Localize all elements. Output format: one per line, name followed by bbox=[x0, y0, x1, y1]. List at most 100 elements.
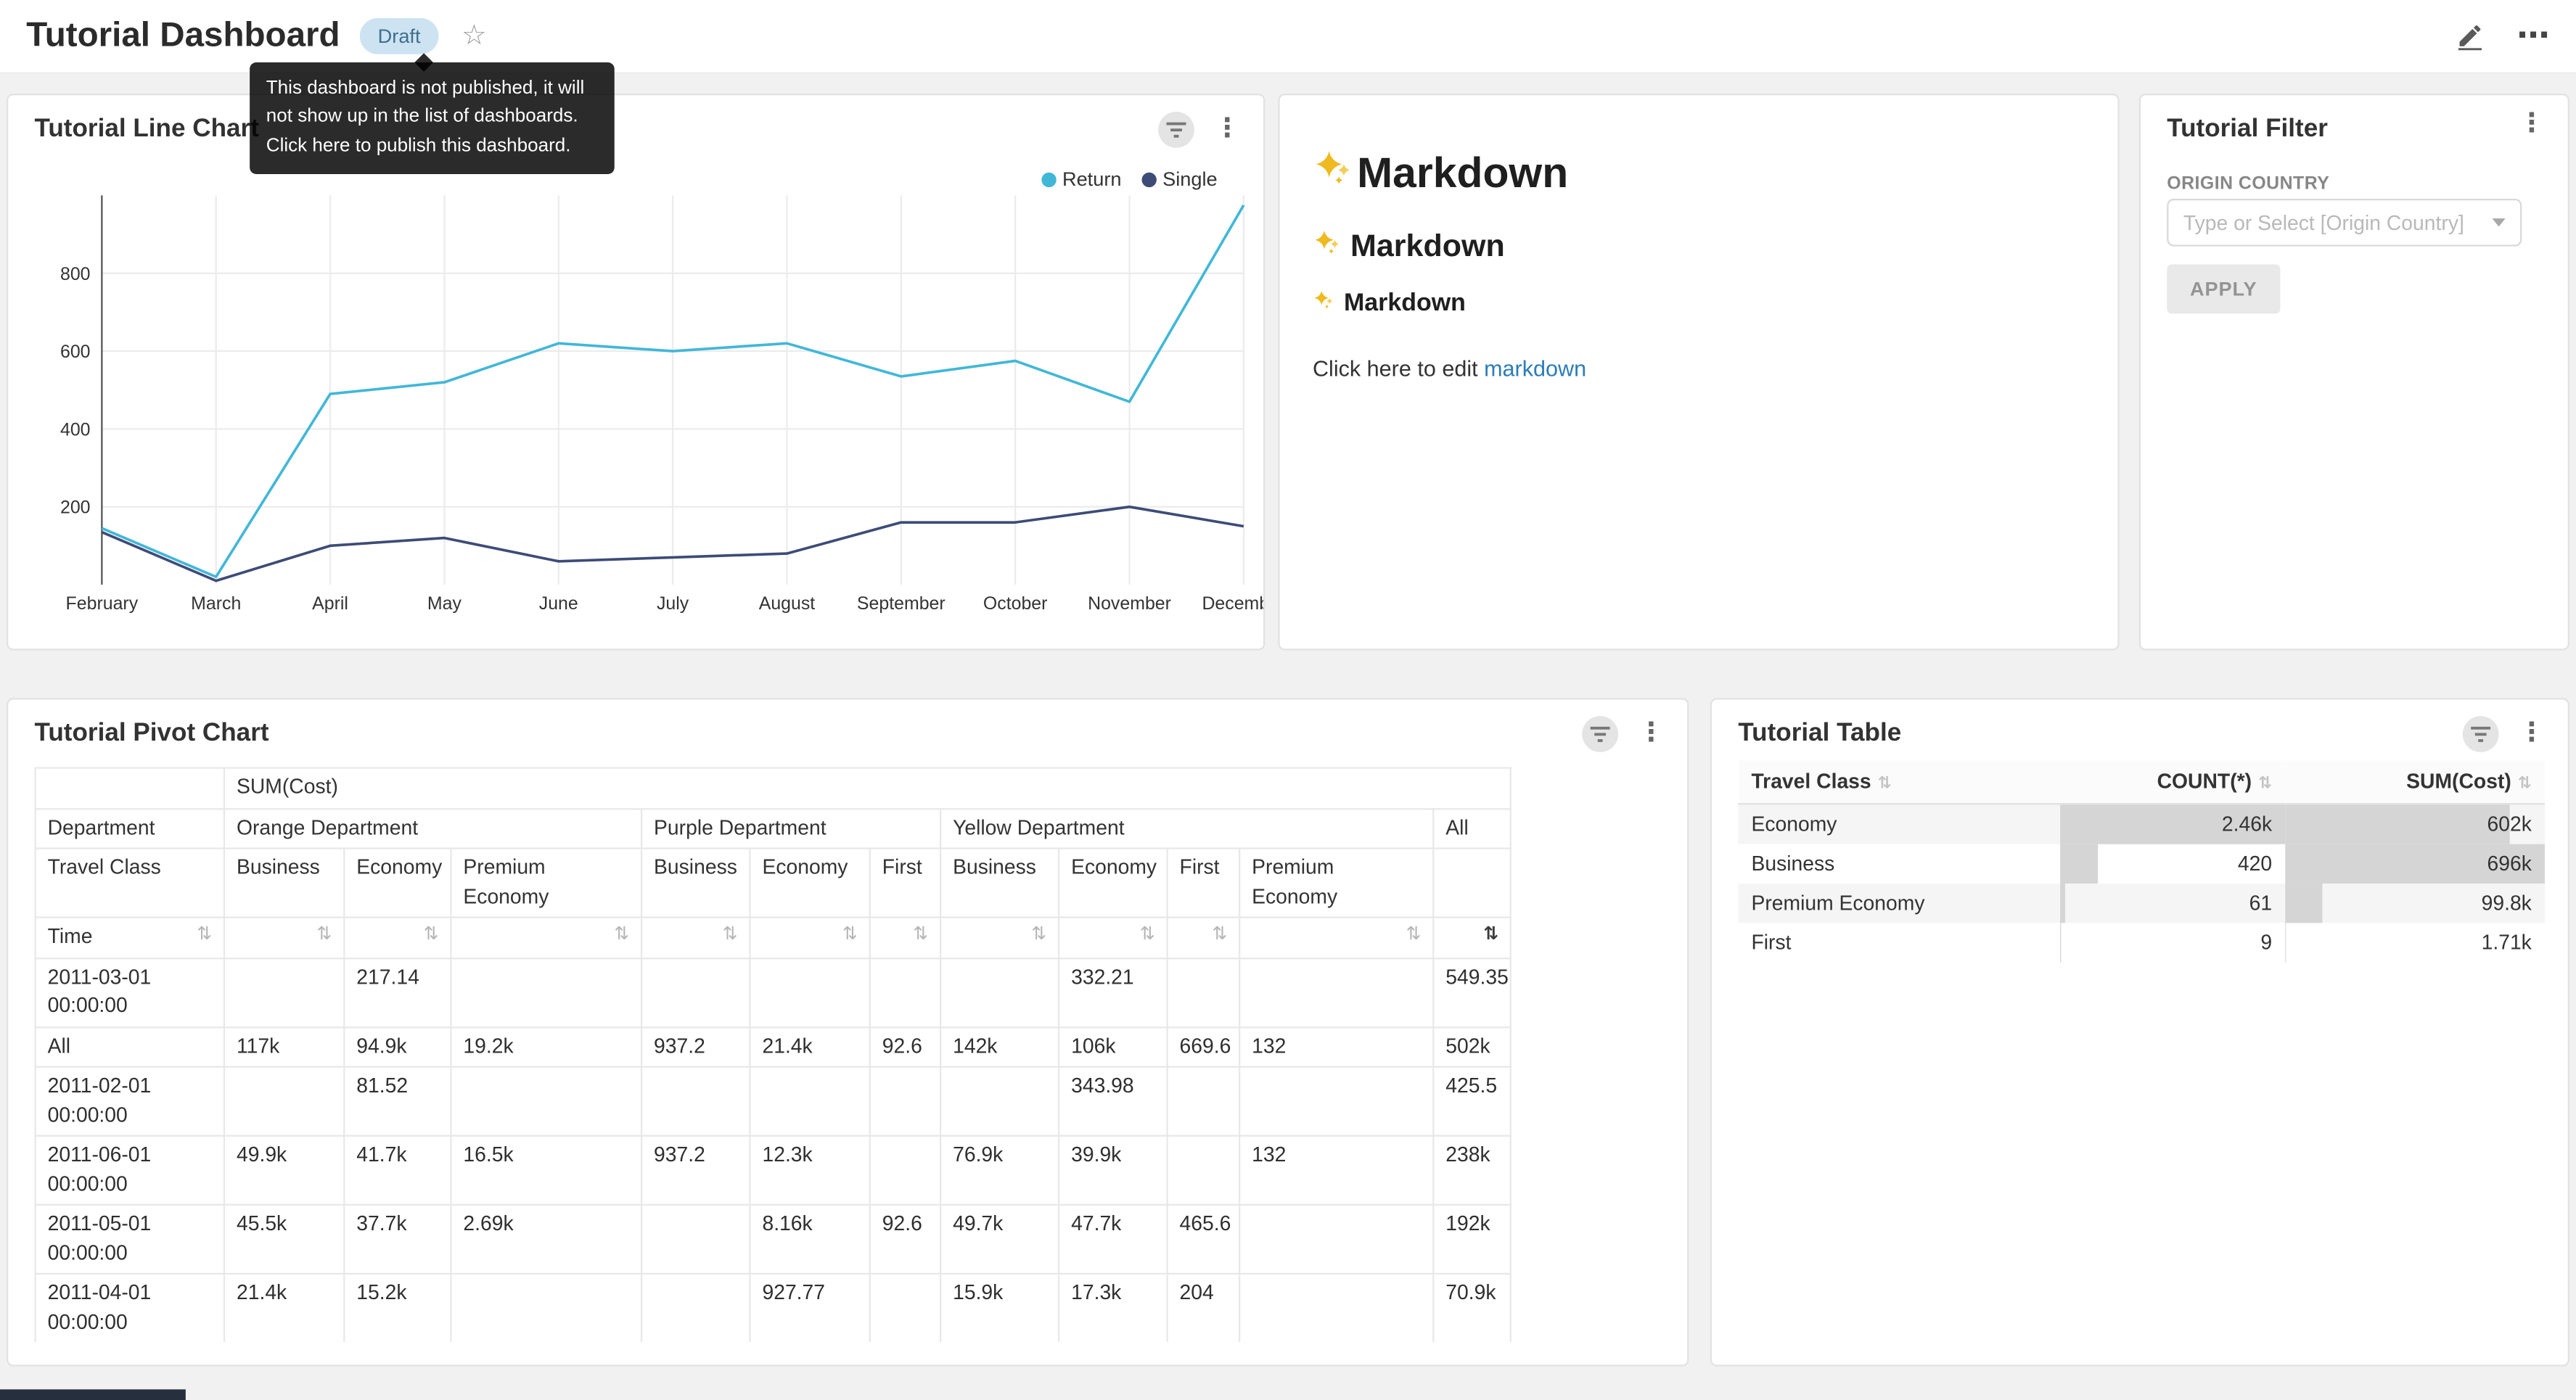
pivot-value-cell bbox=[451, 1274, 641, 1342]
pivot-row: 2011-03-01 00:00:00217.14332.21549.35 bbox=[36, 958, 1511, 1026]
pivot-corner-cell bbox=[36, 767, 224, 807]
table-row: Premium Economy6199.8k bbox=[1738, 884, 2545, 923]
header-more-icon[interactable]: ⋯ bbox=[2516, 20, 2549, 52]
pivot-value-cell: 76.9k bbox=[940, 1136, 1059, 1205]
legend-item[interactable]: Return bbox=[1041, 168, 1122, 191]
pivot-dim-label: Travel Class bbox=[36, 848, 224, 917]
sort-icon[interactable]: ⇅ bbox=[1212, 923, 1227, 948]
pivot-chart-title: Tutorial Pivot Chart bbox=[35, 720, 269, 749]
pivot-value-cell bbox=[451, 1066, 641, 1135]
pivot-column-header bbox=[1433, 848, 1511, 917]
column-header[interactable]: COUNT(*)⇅ bbox=[2060, 760, 2285, 804]
x-axis-label: May bbox=[427, 593, 462, 614]
travel-class-cell: Business bbox=[1738, 844, 2060, 884]
pivot-table-scroll[interactable]: SUM(Cost)DepartmentOrange DepartmentPurp… bbox=[35, 767, 1661, 1341]
filter-indicator-icon[interactable] bbox=[1582, 716, 1618, 752]
edit-dashboard-icon[interactable] bbox=[2456, 22, 2484, 50]
pivot-row-label: All bbox=[36, 1026, 224, 1066]
sort-icon[interactable]: ⇅ bbox=[1406, 923, 1422, 948]
pivot-row-label: 2011-06-01 00:00:00 bbox=[36, 1136, 224, 1205]
pivot-row: All117k94.9k19.2k937.221.4k92.6142k106k6… bbox=[36, 1026, 1511, 1066]
pivot-group-header: Yellow Department bbox=[940, 808, 1433, 848]
y-axis-label: 600 bbox=[60, 342, 91, 362]
sort-icon[interactable]: ⇅ bbox=[913, 923, 928, 948]
sort-icon[interactable]: ⇅ bbox=[1031, 923, 1046, 948]
pivot-value-cell: 17.3k bbox=[1059, 1274, 1167, 1342]
pivot-sort-cell: ⇅ bbox=[1168, 917, 1240, 957]
markdown-h2-text: Markdown bbox=[1350, 229, 1505, 265]
count-cell: 2.46k bbox=[2060, 804, 2285, 844]
tooltip-text: This dashboard is not published, it will… bbox=[266, 79, 585, 155]
sort-icon[interactable]: ⇅ bbox=[842, 923, 858, 948]
pivot-sort-cell: ⇅ bbox=[940, 917, 1059, 957]
pivot-value-cell: 92.6 bbox=[870, 1205, 940, 1274]
pivot-sort-cell: ⇅ bbox=[224, 917, 344, 957]
chevron-down-icon bbox=[2493, 218, 2506, 226]
sort-icon[interactable]: ⇅ bbox=[1878, 775, 1892, 794]
sort-icon[interactable]: ⇅ bbox=[2518, 775, 2532, 794]
table-panel-menu-icon[interactable]: ⋮ bbox=[2515, 721, 2548, 747]
markdown-link[interactable]: markdown bbox=[1484, 356, 1586, 381]
pivot-value-cell: 192k bbox=[1433, 1205, 1511, 1274]
pivot-value-cell: 937.2 bbox=[641, 1026, 750, 1066]
pivot-value-cell: 238k bbox=[1433, 1136, 1511, 1205]
draft-tooltip: This dashboard is not published, it will… bbox=[250, 62, 615, 173]
pivot-value-cell: 343.98 bbox=[1059, 1066, 1167, 1135]
travel-class-cell: Economy bbox=[1738, 804, 2060, 844]
x-axis-label: February bbox=[66, 593, 139, 614]
x-axis-label: August bbox=[759, 593, 816, 614]
pivot-column-header: Economy bbox=[1059, 848, 1167, 917]
filter-panel-menu-icon[interactable]: ⋮ bbox=[2515, 112, 2548, 138]
count-cell: 61 bbox=[2060, 884, 2285, 923]
pivot-value-cell bbox=[1239, 1274, 1433, 1342]
pivot-value-cell bbox=[451, 958, 641, 1026]
sparkles-icon bbox=[1313, 289, 1334, 316]
pivot-value-cell: 669.6 bbox=[1168, 1026, 1240, 1066]
pivot-sort-cell: ⇅ bbox=[641, 917, 750, 957]
pivot-panel-menu-icon[interactable]: ⋮ bbox=[1635, 721, 1668, 747]
sort-icon[interactable]: ⇅ bbox=[1140, 923, 1155, 948]
draft-badge[interactable]: Draft bbox=[360, 18, 439, 54]
legend-dot bbox=[1141, 172, 1156, 186]
pivot-chart-panel: Tutorial Pivot Chart ⋮ SUM(Cost)Departme… bbox=[7, 698, 1689, 1366]
pivot-value-cell: 92.6 bbox=[870, 1026, 940, 1066]
pivot-row-label: 2011-05-01 00:00:00 bbox=[36, 1205, 224, 1274]
markdown-panel[interactable]: Markdown Markdown Markdown Click here to… bbox=[1278, 94, 2119, 651]
filter-panel-icons: ⋮ bbox=[2515, 112, 2548, 138]
line-chart-menu-icon[interactable]: ⋮ bbox=[1211, 117, 1244, 143]
pivot-value-cell bbox=[1239, 1066, 1433, 1135]
favorite-star-icon[interactable]: ☆ bbox=[462, 20, 487, 52]
sort-icon[interactable]: ⇅ bbox=[1483, 923, 1498, 948]
markdown-h1-text: Markdown bbox=[1357, 148, 1568, 199]
pivot-value-cell: 94.9k bbox=[344, 1026, 451, 1066]
sort-icon[interactable]: ⇅ bbox=[614, 923, 629, 948]
filter-indicator-icon[interactable] bbox=[1158, 112, 1194, 148]
origin-country-select[interactable] bbox=[2167, 199, 2522, 247]
sort-icon[interactable]: ⇅ bbox=[723, 923, 738, 948]
origin-country-label: ORIGIN COUNTRY bbox=[2167, 174, 2329, 194]
sort-icon[interactable]: ⇅ bbox=[197, 923, 212, 948]
pivot-value-cell: 204 bbox=[1168, 1274, 1240, 1342]
pivot-value-cell: 49.9k bbox=[224, 1136, 344, 1205]
column-header[interactable]: SUM(Cost)⇅ bbox=[2285, 760, 2545, 804]
y-axis-label: 200 bbox=[60, 498, 91, 518]
pivot-value-cell bbox=[224, 958, 344, 1026]
legend-item[interactable]: Single bbox=[1141, 168, 1218, 191]
pivot-sort-cell: ⇅ bbox=[1239, 917, 1433, 957]
sort-icon[interactable]: ⇅ bbox=[316, 923, 332, 948]
filter-indicator-icon[interactable] bbox=[2463, 716, 2499, 752]
sort-icon[interactable]: ⇅ bbox=[424, 923, 439, 948]
column-header[interactable]: Travel Class⇅ bbox=[1738, 760, 2060, 804]
table-row: First91.71k bbox=[1738, 923, 2545, 962]
pivot-column-header: Premium Economy bbox=[451, 848, 641, 917]
pivot-dim-label: Department bbox=[36, 808, 224, 848]
pivot-value-cell bbox=[750, 958, 870, 1026]
pivot-metric-header: SUM(Cost) bbox=[224, 767, 1511, 807]
pivot-column-header: First bbox=[1168, 848, 1240, 917]
origin-country-input[interactable] bbox=[2183, 211, 2486, 234]
sort-icon[interactable]: ⇅ bbox=[2258, 775, 2272, 794]
apply-button[interactable]: APPLY bbox=[2167, 265, 2280, 314]
pivot-value-cell: 217.14 bbox=[344, 958, 451, 1026]
pivot-value-cell bbox=[870, 1136, 940, 1205]
pivot-row: 2011-06-01 00:00:0049.9k41.7k16.5k937.21… bbox=[36, 1136, 1511, 1205]
